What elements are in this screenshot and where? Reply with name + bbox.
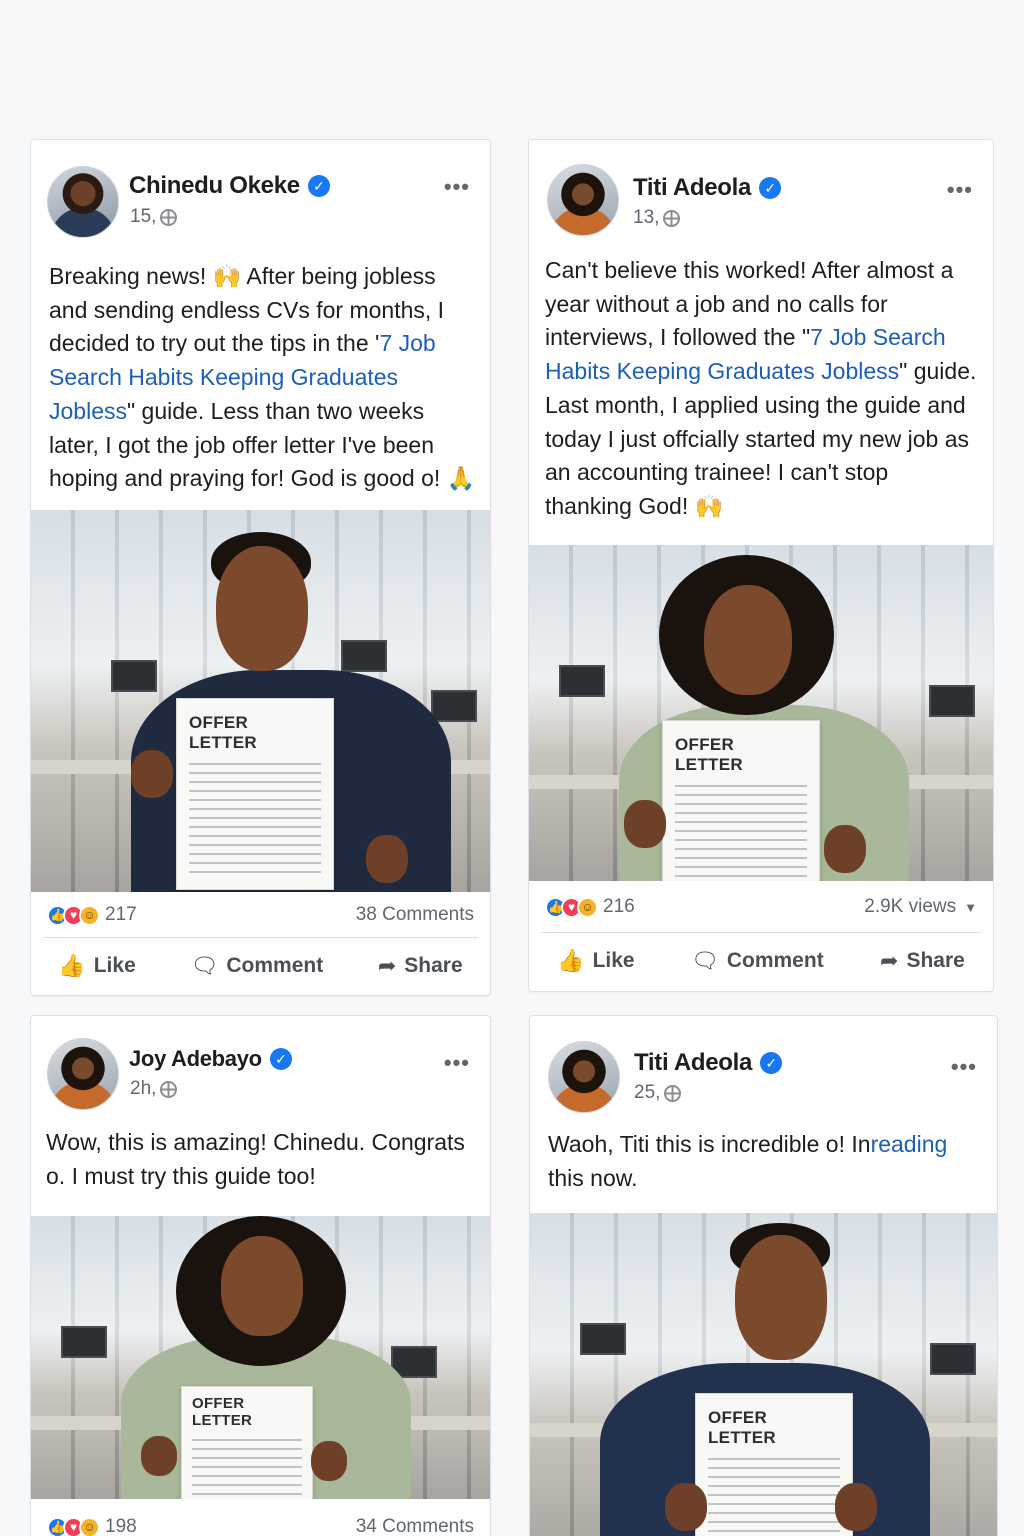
post-actions: 👍 Like 🗨 Comment ➦ Share [31, 941, 490, 991]
post-text: Wow, this is amazing! Chinedu. Congrats … [46, 1126, 478, 1193]
offer-letter-title: OFFER LETTER [708, 1408, 776, 1447]
globe-icon [160, 208, 178, 226]
share-button[interactable]: ➦ Share [378, 953, 463, 979]
post-stats: 👍 ♥ ☺ 217 38 Comments [47, 900, 474, 930]
post-meta: 13⁠, [633, 207, 681, 229]
verified-badge-icon: ✓ [760, 1052, 783, 1074]
view-count-text: 2.9K views [864, 896, 957, 917]
share-button[interactable]: ➦ Share [880, 948, 965, 974]
like-label: Like [93, 954, 136, 977]
post-time[interactable]: 13⁠, [633, 207, 659, 229]
offer-letter: OFFER LETTER [695, 1393, 853, 1536]
more-options-icon[interactable]: ••• [947, 177, 973, 203]
post-time[interactable]: 2h⁠, [130, 1078, 156, 1100]
verified-badge-icon: ✓ [759, 177, 782, 199]
reaction-count[interactable]: 198 [105, 1516, 137, 1536]
post-meta: 15⁠, [130, 206, 178, 228]
post-actions: 👍 Like 🗨 Comment ➦ Share [529, 936, 993, 986]
chevron-down-icon: ▼ [964, 900, 977, 915]
share-icon: ➦ [377, 953, 397, 978]
comment-button[interactable]: 🗨 Comment [691, 948, 824, 974]
reaction-count[interactable]: 216 [603, 896, 635, 918]
globe-icon [664, 1084, 682, 1102]
post-photo[interactable]: OFFER LETTER [31, 1216, 490, 1499]
post-meta: 2h⁠, [130, 1078, 178, 1100]
post-card-3: Joy Adebayo ✓ 2h⁠, ••• Wow, this is amaz… [30, 1015, 491, 1536]
author-avatar[interactable] [547, 164, 619, 236]
verified-badge-icon: ✓ [307, 175, 330, 197]
author-avatar[interactable] [548, 1041, 620, 1113]
offer-letter: OFFER LETTER [662, 720, 820, 881]
offer-letter: OFFER LETTER [181, 1386, 313, 1499]
globe-icon [160, 1080, 178, 1098]
haha-reaction-icon: ☺ [79, 1516, 100, 1536]
author-name-text[interactable]: Titi Adeola [634, 1049, 752, 1077]
offer-letter: OFFER LETTER [176, 698, 334, 890]
like-button[interactable]: 👍 Like [58, 953, 135, 979]
post-card-2: Titi Adeola ✓ 13⁠, ••• Can't believe thi… [528, 139, 994, 992]
post-text-body: Waoh, Titi this is incredible o! In [548, 1131, 871, 1157]
post-text: Breaking news! 🙌 After being jobless and… [49, 260, 478, 496]
author-name[interactable]: Joy Adebayo ✓ [129, 1046, 292, 1072]
comment-label: Comment [226, 954, 324, 977]
divider [43, 937, 478, 938]
reading-link[interactable]: reading [871, 1131, 948, 1157]
globe-icon [663, 209, 681, 227]
reactions[interactable]: 👍 ♥ ☺ 216 [545, 896, 635, 918]
comment-icon: 🗨 [190, 953, 219, 978]
author-name[interactable]: Titi Adeola ✓ [634, 1049, 783, 1077]
author-name[interactable]: Titi Adeola ✓ [633, 174, 782, 202]
more-options-icon[interactable]: ••• [444, 1050, 470, 1076]
post-photo[interactable]: OFFER LETTER [529, 545, 993, 881]
reactions[interactable]: 👍 ♥ ☺ 198 [47, 1516, 137, 1536]
post-text: Can't believe this worked! After almost … [545, 254, 981, 524]
divider [541, 932, 981, 933]
thumbs-up-icon: 👍 [58, 953, 86, 978]
offer-letter-title: OFFER LETTER [189, 713, 257, 752]
comment-count[interactable]: 38 Comments [356, 904, 474, 926]
post-stats: 👍 ♥ ☺ 216 2.9K views ▼ [545, 892, 977, 922]
post-stats: 👍 ♥ ☺ 198 34 Comments [47, 1512, 474, 1536]
post-header: Titi Adeola ✓ 25⁠, ••• [530, 1016, 997, 1126]
offer-letter-title: OFFER LETTER [675, 735, 743, 774]
post-photo[interactable]: OFFER LETTER [31, 510, 490, 892]
reactions[interactable]: 👍 ♥ ☺ 217 [47, 904, 137, 926]
post-text-body: Wow, this is amazing! Chinedu. Congrats … [46, 1129, 465, 1189]
verified-badge-icon: ✓ [269, 1048, 292, 1070]
share-label: Share [906, 949, 965, 972]
view-count[interactable]: 2.9K views ▼ [864, 896, 977, 918]
author-name[interactable]: Chinedu Okeke ✓ [129, 172, 330, 200]
comment-button[interactable]: 🗨 Comment [190, 953, 323, 979]
author-name-text[interactable]: Joy Adebayo [129, 1046, 262, 1072]
offer-letter-title: OFFER LETTER [192, 1395, 253, 1429]
haha-reaction-icon: ☺ [79, 904, 100, 926]
post-text-tail: this now. [548, 1164, 638, 1191]
post-meta: 25⁠, [634, 1082, 682, 1104]
post-time[interactable]: 15⁠, [130, 206, 156, 228]
comment-label: Comment [726, 949, 824, 972]
post-header: Joy Adebayo ✓ 2h⁠, ••• [31, 1016, 490, 1126]
comment-count[interactable]: 34 Comments [356, 1516, 474, 1536]
post-card-4: Titi Adeola ✓ 25⁠, ••• Waoh, Titi this i… [529, 1015, 998, 1536]
haha-reaction-icon: ☺ [577, 896, 598, 918]
post-text: Waoh, Titi this is incredible o! Inreadi… [548, 1128, 985, 1195]
author-avatar[interactable] [47, 166, 119, 238]
post-header: Titi Adeola ✓ 13⁠, ••• [529, 140, 993, 250]
post-card-1: Chinedu Okeke ✓ 15⁠, ••• Breaking news! … [30, 139, 491, 996]
author-name-text[interactable]: Chinedu Okeke [129, 172, 300, 200]
post-photo[interactable]: OFFER LETTER [530, 1213, 997, 1536]
author-name-text[interactable]: Titi Adeola [633, 174, 751, 202]
like-button[interactable]: 👍 Like [557, 948, 634, 974]
reaction-count[interactable]: 217 [105, 904, 137, 926]
thumbs-up-icon: 👍 [557, 948, 585, 973]
post-header: Chinedu Okeke ✓ 15⁠, ••• [31, 140, 490, 250]
more-options-icon[interactable]: ••• [444, 174, 470, 200]
share-label: Share [404, 954, 463, 977]
more-options-icon[interactable]: ••• [951, 1054, 977, 1080]
like-label: Like [592, 949, 635, 972]
post-time[interactable]: 25⁠, [634, 1082, 660, 1104]
comment-icon: 🗨 [690, 948, 719, 973]
author-avatar[interactable] [47, 1038, 119, 1110]
share-icon: ➦ [880, 948, 899, 973]
